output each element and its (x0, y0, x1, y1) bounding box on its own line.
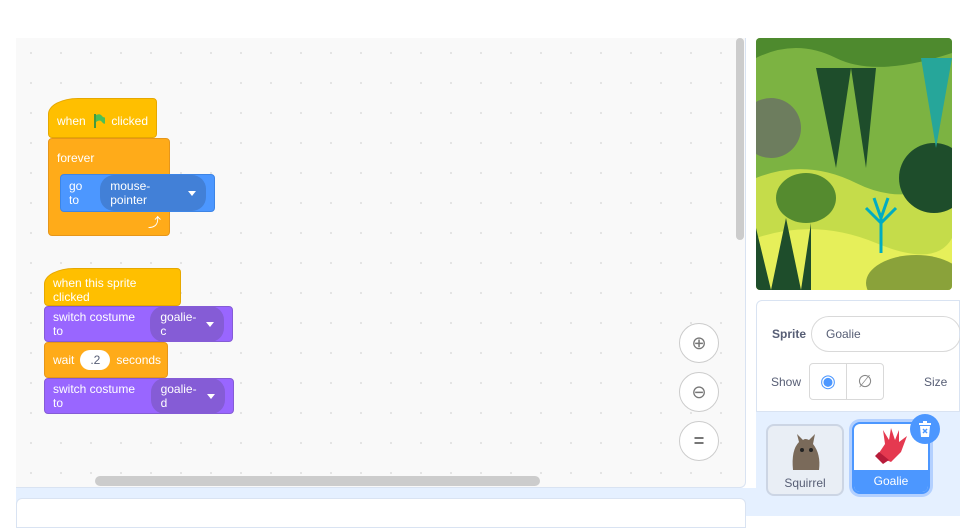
sprite-info-panel: Sprite Goalie Show ◉ ∅ Size (756, 300, 960, 412)
sprite-label: Sprite (772, 327, 807, 341)
sprite-tile-label: Squirrel (784, 476, 826, 490)
glove-thumbnail (875, 428, 907, 464)
zoom-reset-button[interactable]: = (679, 421, 719, 461)
eye-icon: ◉ (820, 371, 836, 391)
block-text: forever (57, 151, 95, 165)
show-visible-button[interactable]: ◉ (809, 363, 847, 400)
dropdown-value: goalie-d (160, 382, 197, 410)
block-text: when this sprite clicked (53, 276, 137, 304)
sprite-name-input[interactable]: Goalie (811, 316, 960, 352)
stage[interactable] (756, 38, 952, 290)
size-label: Size (924, 375, 948, 389)
sprite-name-value: Goalie (826, 327, 861, 341)
zoom-in-icon: ⊕ (691, 332, 707, 353)
wait-block[interactable]: wait .2 seconds (44, 342, 168, 378)
zoom-out-icon: ⊖ (691, 381, 707, 402)
show-hidden-button[interactable]: ∅ (846, 363, 884, 400)
block-text: switch costume to (53, 310, 136, 338)
costume-dropdown[interactable]: goalie-c (150, 306, 224, 342)
switch-costume-block[interactable]: switch costume to goalie-c (44, 306, 233, 342)
squirrel-thumbnail (792, 434, 820, 470)
block-text: clicked (111, 114, 148, 128)
block-text: wait (53, 353, 75, 367)
go-to-block[interactable]: go to mouse-pointer (60, 174, 215, 212)
dropdown-value: goalie-c (160, 310, 197, 338)
block-text: go to (69, 179, 83, 207)
vertical-scrollbar[interactable] (736, 38, 744, 240)
costume-dropdown[interactable]: goalie-d (150, 378, 225, 414)
wait-input[interactable]: .2 (80, 350, 111, 370)
horizontal-scrollbar[interactable] (95, 476, 540, 486)
sprite-tile-squirrel[interactable]: Squirrel (766, 424, 844, 496)
block-text: switch costume to (53, 382, 136, 410)
bottom-panel (16, 498, 746, 528)
loop-arrow-icon: ⤴ (147, 215, 161, 230)
zoom-out-button[interactable]: ⊖ (679, 372, 719, 412)
delete-sprite-button[interactable] (910, 414, 940, 444)
when-sprite-clicked-block[interactable]: when this sprite clicked (44, 268, 181, 306)
eye-slash-icon: ∅ (857, 371, 873, 391)
when-flag-clicked-block[interactable]: when clicked (48, 98, 157, 138)
show-label: Show (771, 375, 802, 389)
green-flag-icon (93, 114, 106, 128)
zoom-reset-icon: = (693, 430, 705, 451)
block-text: when (57, 114, 86, 128)
sprite-list: Squirrel Goalie (756, 412, 960, 504)
sprite-tile-label: Goalie (854, 470, 928, 492)
switch-costume-block[interactable]: switch costume to goalie-d (44, 378, 234, 414)
code-area[interactable]: when clicked forever ⤴ go to mouse-point… (16, 38, 746, 488)
trash-icon (919, 421, 931, 437)
stage-backdrop (756, 38, 952, 290)
block-text: seconds (116, 353, 162, 367)
dropdown-value: mouse-pointer (110, 179, 151, 207)
zoom-in-button[interactable]: ⊕ (679, 323, 719, 363)
go-to-target-dropdown[interactable]: mouse-pointer (100, 175, 206, 211)
